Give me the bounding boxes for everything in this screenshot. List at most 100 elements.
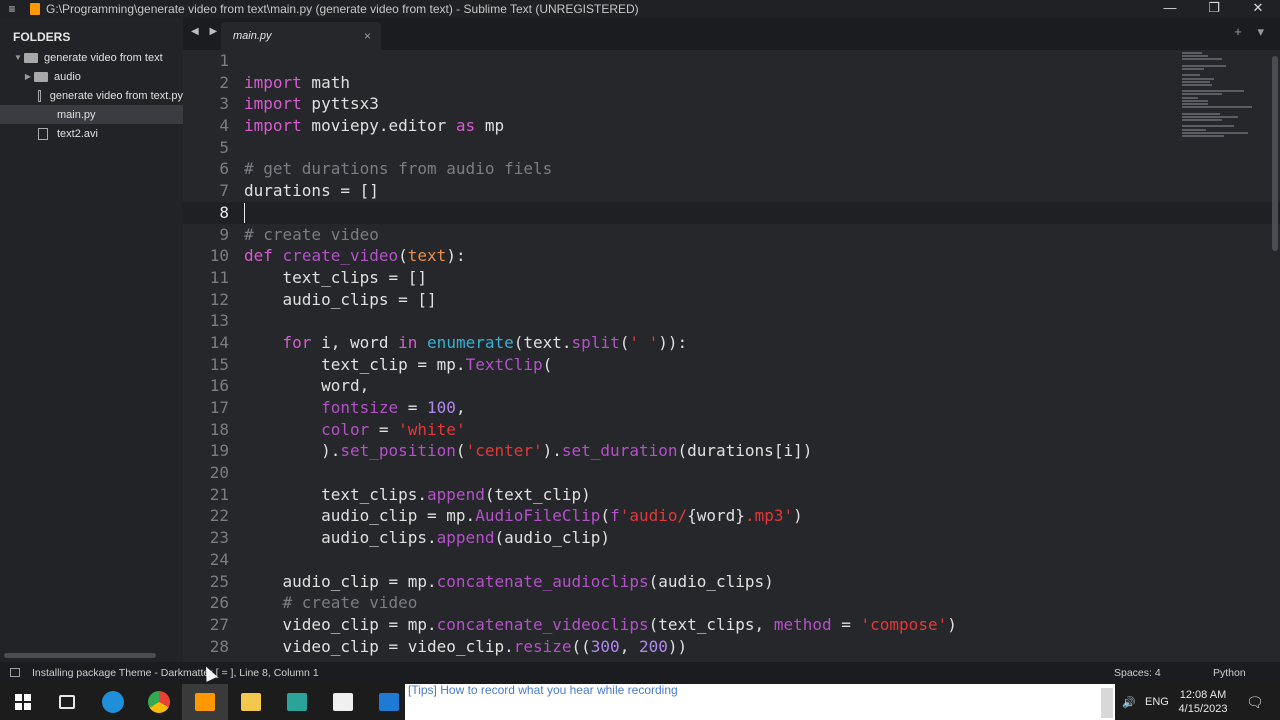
line-number: 11 xyxy=(209,267,229,287)
clock-date: 4/15/2023 xyxy=(1178,703,1228,715)
minimize-button[interactable]: — xyxy=(1148,0,1192,18)
window-title: G:\Programming\generate video from text\… xyxy=(46,2,639,16)
code-line-17: fontsize = 100, xyxy=(321,398,466,417)
line-number-gutter: 1 2 3 4 5 6 7 8 9 10 11 12 13 14 15 16 17 18 19 20 21 22 23 24 2… xyxy=(183,50,229,657)
syntax-selector[interactable]: Python xyxy=(1213,667,1246,679)
line-number: 23 xyxy=(209,528,229,548)
tree-item-label: audio xyxy=(54,70,81,83)
maximize-button[interactable]: ❐ xyxy=(1192,0,1236,18)
code-line-18: color = 'white' xyxy=(321,419,466,439)
task-view-icon[interactable] xyxy=(44,684,90,720)
tree-file-generate-video[interactable]: generate video from text.py xyxy=(0,86,183,105)
line-number: 12 xyxy=(209,289,229,309)
folders-header: FOLDERS xyxy=(13,30,71,44)
code-line-21: text_clips.append(text_clip) xyxy=(244,484,591,504)
code-line-27: video_clip = mp.concatenate_videoclips(t… xyxy=(244,614,957,634)
line-number: 16 xyxy=(209,376,229,396)
line-number: 2 xyxy=(219,72,229,92)
indentation-selector[interactable]: Spaces: 4 xyxy=(1114,667,1161,679)
line-number: 5 xyxy=(219,137,229,157)
clock-time: 12:08 AM xyxy=(1179,689,1227,701)
text-caret xyxy=(244,203,245,224)
status-message: Installing package Theme - Darkmatter [ … xyxy=(32,667,319,679)
code-line-10: def create_video(text): xyxy=(244,246,466,266)
line-number: 9 xyxy=(219,224,229,244)
tree-item-label: generate video from text xyxy=(44,51,163,64)
line-number: 15 xyxy=(209,354,229,374)
line-number: 10 xyxy=(209,246,229,266)
windows-start-icon[interactable] xyxy=(0,684,46,720)
sidebar: FOLDERS ▼ generate video from text ▶ aud… xyxy=(0,18,183,662)
status-bar: Installing package Theme - Darkmatter [ … xyxy=(0,662,1280,684)
volume-icon[interactable]: 🔊 xyxy=(1122,684,1136,720)
tab-bar: ◀ ▶ main.py × + ▾ xyxy=(183,18,1280,50)
code-area[interactable]: import math import pyttsx3 import moviep… xyxy=(244,50,957,657)
code-line-14: for i, word in enumerate(text.split(' ')… xyxy=(282,332,688,352)
line-number: 14 xyxy=(209,332,229,352)
code-line-8 xyxy=(244,202,957,224)
notification-center-icon[interactable]: 🗨 xyxy=(1246,684,1264,720)
code-line-7: durations = [] xyxy=(244,181,379,201)
browser-scrollbar[interactable] xyxy=(1101,688,1113,718)
file-explorer-icon[interactable] xyxy=(228,684,274,720)
code-line-15: text_clip = mp.TextClip( xyxy=(244,354,553,374)
code-line-22: audio_clip = mp.AudioFileClip(f'audio/{w… xyxy=(244,506,803,526)
panel-toggle-icon[interactable] xyxy=(10,668,20,677)
tree-file-main[interactable]: main.py xyxy=(0,105,183,124)
sublime-text-icon[interactable] xyxy=(182,684,228,720)
close-button[interactable]: ✕ xyxy=(1236,0,1280,18)
vertical-scrollbar[interactable] xyxy=(1272,56,1278,251)
app-icon[interactable] xyxy=(274,684,320,720)
minimap[interactable] xyxy=(1182,52,1262,162)
tree-folder-audio[interactable]: ▶ audio xyxy=(0,67,183,86)
windows-taskbar: [Tips] How to record what you hear while… xyxy=(0,683,1280,720)
code-editor[interactable]: 1 2 3 4 5 6 7 8 9 10 11 12 13 14 15 16 17 18 19 20 21 22 23 24 2… xyxy=(183,50,1280,662)
title-bar: ≡ G:\Programming\generate video from tex… xyxy=(0,0,1280,18)
line-number: 22 xyxy=(209,506,229,526)
code-line-3: import pyttsx3 xyxy=(244,94,379,114)
browser-window-preview[interactable]: [Tips] How to record what you hear while… xyxy=(405,683,1115,720)
chevron-down-icon[interactable]: ▼ xyxy=(12,53,24,62)
edge-browser-icon[interactable] xyxy=(90,684,136,720)
tab-nav-arrows[interactable]: ◀ ▶ xyxy=(191,26,221,37)
line-number: 3 xyxy=(219,94,229,114)
window-controls: — ❐ ✕ xyxy=(1148,0,1280,18)
code-line-16: word, xyxy=(244,376,370,396)
close-icon[interactable]: × xyxy=(364,29,371,43)
tab-label: main.py xyxy=(233,30,272,42)
code-line-2: import math xyxy=(244,72,350,92)
code-line-4: import moviepy.editor as mp xyxy=(244,116,505,136)
line-number: 4 xyxy=(219,116,229,136)
sidebar-scrollbar[interactable] xyxy=(4,653,156,658)
language-indicator[interactable]: ENG xyxy=(1145,684,1169,720)
line-number: 13 xyxy=(209,311,229,331)
code-line-28: video_clip = video_clip.resize((300, 200… xyxy=(244,636,688,656)
tree-folder-root[interactable]: ▼ generate video from text xyxy=(0,48,183,67)
line-number: 21 xyxy=(209,484,229,504)
file-icon xyxy=(38,127,48,140)
line-number: 7 xyxy=(219,181,229,201)
code-line-19: ).set_position('center').set_duration(du… xyxy=(244,441,813,461)
hamburger-menu-icon[interactable]: ≡ xyxy=(0,2,24,16)
line-number: 6 xyxy=(219,159,229,179)
tree-item-label: generate video from text.py xyxy=(49,89,183,102)
line-number: 20 xyxy=(209,463,229,483)
tab-main-py[interactable]: main.py × xyxy=(221,22,381,50)
line-number: 25 xyxy=(209,571,229,591)
tree-item-label: text2.avi xyxy=(57,127,98,140)
browser-page-text[interactable]: [Tips] How to record what you hear while… xyxy=(408,683,678,697)
chevron-right-icon[interactable]: ▶ xyxy=(22,72,34,81)
tree-file-text2[interactable]: text2.avi xyxy=(0,124,183,143)
tab-overflow-controls[interactable]: + ▾ xyxy=(1234,24,1270,40)
code-line-26: # create video xyxy=(282,593,418,613)
sublime-logo-icon xyxy=(30,3,40,15)
line-number: 28 xyxy=(209,636,229,656)
chrome-browser-icon[interactable] xyxy=(136,684,182,720)
file-icon xyxy=(38,109,48,121)
app-icon[interactable] xyxy=(320,684,366,720)
system-clock[interactable]: 12:08 AM 4/15/2023 xyxy=(1172,688,1234,716)
